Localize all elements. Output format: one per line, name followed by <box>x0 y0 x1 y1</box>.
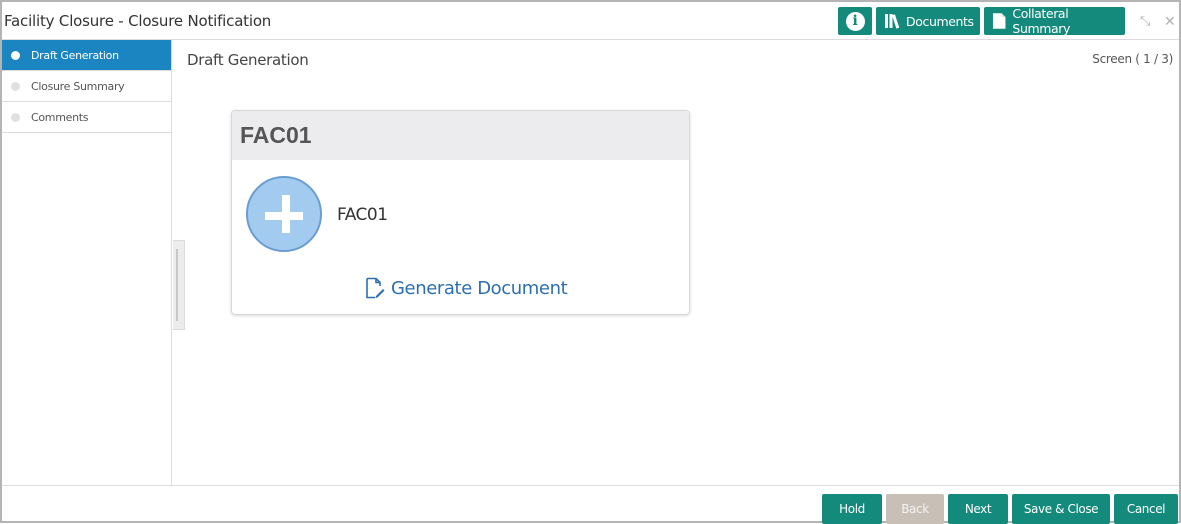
cancel-button[interactable]: Cancel <box>1114 494 1178 524</box>
step-dot-icon <box>11 82 20 91</box>
documents-button[interactable]: Documents <box>876 7 980 35</box>
screen-indicator: Screen ( 1 / 3) <box>1092 52 1173 66</box>
info-icon: i <box>845 11 865 31</box>
document-icon <box>992 13 1006 29</box>
sidebar-item-draft-generation[interactable]: Draft Generation <box>2 40 171 71</box>
document-name: FAC01 <box>337 205 388 225</box>
generate-document-link[interactable]: Generate Document <box>365 277 568 299</box>
footer-bar: Hold Back Next Save & Close Cancel <box>2 485 1179 524</box>
documents-label: Documents <box>906 13 974 29</box>
sidebar-item-label: Closure Summary <box>31 80 125 93</box>
sidebar-item-label: Draft Generation <box>31 49 119 62</box>
document-card: FAC01 FAC01 Generate Document <box>231 110 690 315</box>
card-title: FAC01 <box>240 122 312 148</box>
collateral-summary-label: Collateral Summary <box>1012 6 1071 36</box>
step-sidebar: Draft Generation Closure Summary Comment… <box>2 40 172 485</box>
collateral-summary-button[interactable]: Collateral Summary <box>984 6 1125 36</box>
hold-button[interactable]: Hold <box>822 494 882 524</box>
save-close-button[interactable]: Save & Close <box>1012 494 1110 524</box>
sidebar-item-comments[interactable]: Comments <box>2 102 171 133</box>
generate-document-label: Generate Document <box>391 277 568 299</box>
back-button[interactable]: Back <box>886 494 944 524</box>
window-title: Facility Closure - Closure Notification <box>4 12 272 30</box>
page-title: Draft Generation <box>187 51 309 69</box>
plus-icon[interactable] <box>246 176 322 252</box>
info-button[interactable]: i <box>838 7 872 35</box>
close-icon[interactable]: ✕ <box>1164 13 1176 30</box>
sidebar-item-label: Comments <box>31 111 89 124</box>
minimize-icon[interactable]: ⤡ <box>1140 13 1150 29</box>
library-icon <box>885 14 900 29</box>
app-window: Facility Closure - Closure Notification … <box>0 0 1181 524</box>
sidebar-item-closure-summary[interactable]: Closure Summary <box>2 71 171 102</box>
edit-document-icon <box>366 277 385 299</box>
header: Facility Closure - Closure Notification … <box>2 2 1179 40</box>
next-button[interactable]: Next <box>948 494 1008 524</box>
card-header: FAC01 <box>232 111 689 160</box>
step-dot-icon <box>11 113 20 122</box>
sidebar-splitter-handle[interactable] <box>173 240 185 330</box>
step-dot-icon <box>11 51 20 60</box>
